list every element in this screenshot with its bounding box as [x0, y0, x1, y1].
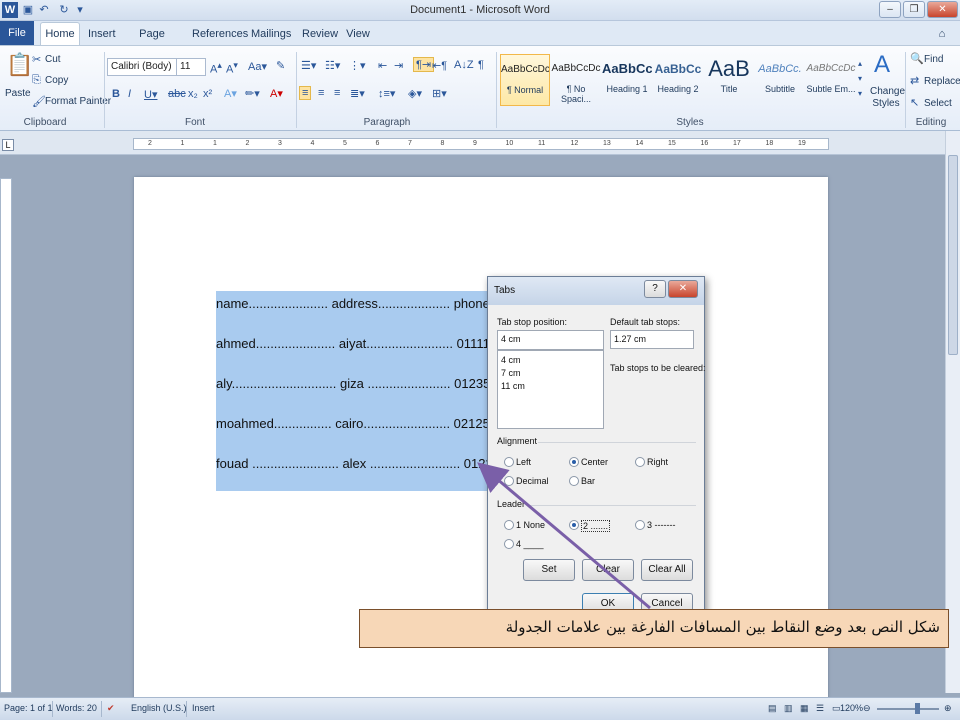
zoom-slider[interactable] [877, 708, 939, 710]
callout-text: شكل النص بعد وضع النقاط بين المسافات الف… [505, 618, 940, 636]
status-divider [101, 701, 102, 717]
callout-box: شكل النص بعد وضع النقاط بين المسافات الف… [359, 609, 949, 648]
outline-icon[interactable]: ☰ [816, 703, 824, 714]
insert-mode[interactable]: Insert [192, 703, 215, 713]
status-divider [52, 701, 53, 717]
print-layout-icon[interactable]: ▤ [768, 703, 777, 714]
zoom-in-icon[interactable]: ⊕ [944, 703, 952, 714]
status-divider [186, 701, 187, 717]
web-layout-icon[interactable]: ▦ [800, 703, 809, 714]
page-count[interactable]: Page: 1 of 1 [4, 703, 53, 713]
word-count[interactable]: Words: 20 [56, 703, 97, 713]
proofing-icon[interactable]: ✔ [107, 703, 115, 714]
status-bar: Page: 1 of 1 Words: 20 ✔ English (U.S.) … [0, 697, 960, 720]
zoom-slider-handle[interactable] [915, 703, 920, 714]
zoom-out-icon[interactable]: ⊖ [863, 703, 871, 714]
zoom-level[interactable]: 120% [840, 703, 863, 713]
language[interactable]: English (U.S.) [131, 703, 187, 713]
full-screen-reading-icon[interactable]: ▥ [784, 703, 793, 714]
